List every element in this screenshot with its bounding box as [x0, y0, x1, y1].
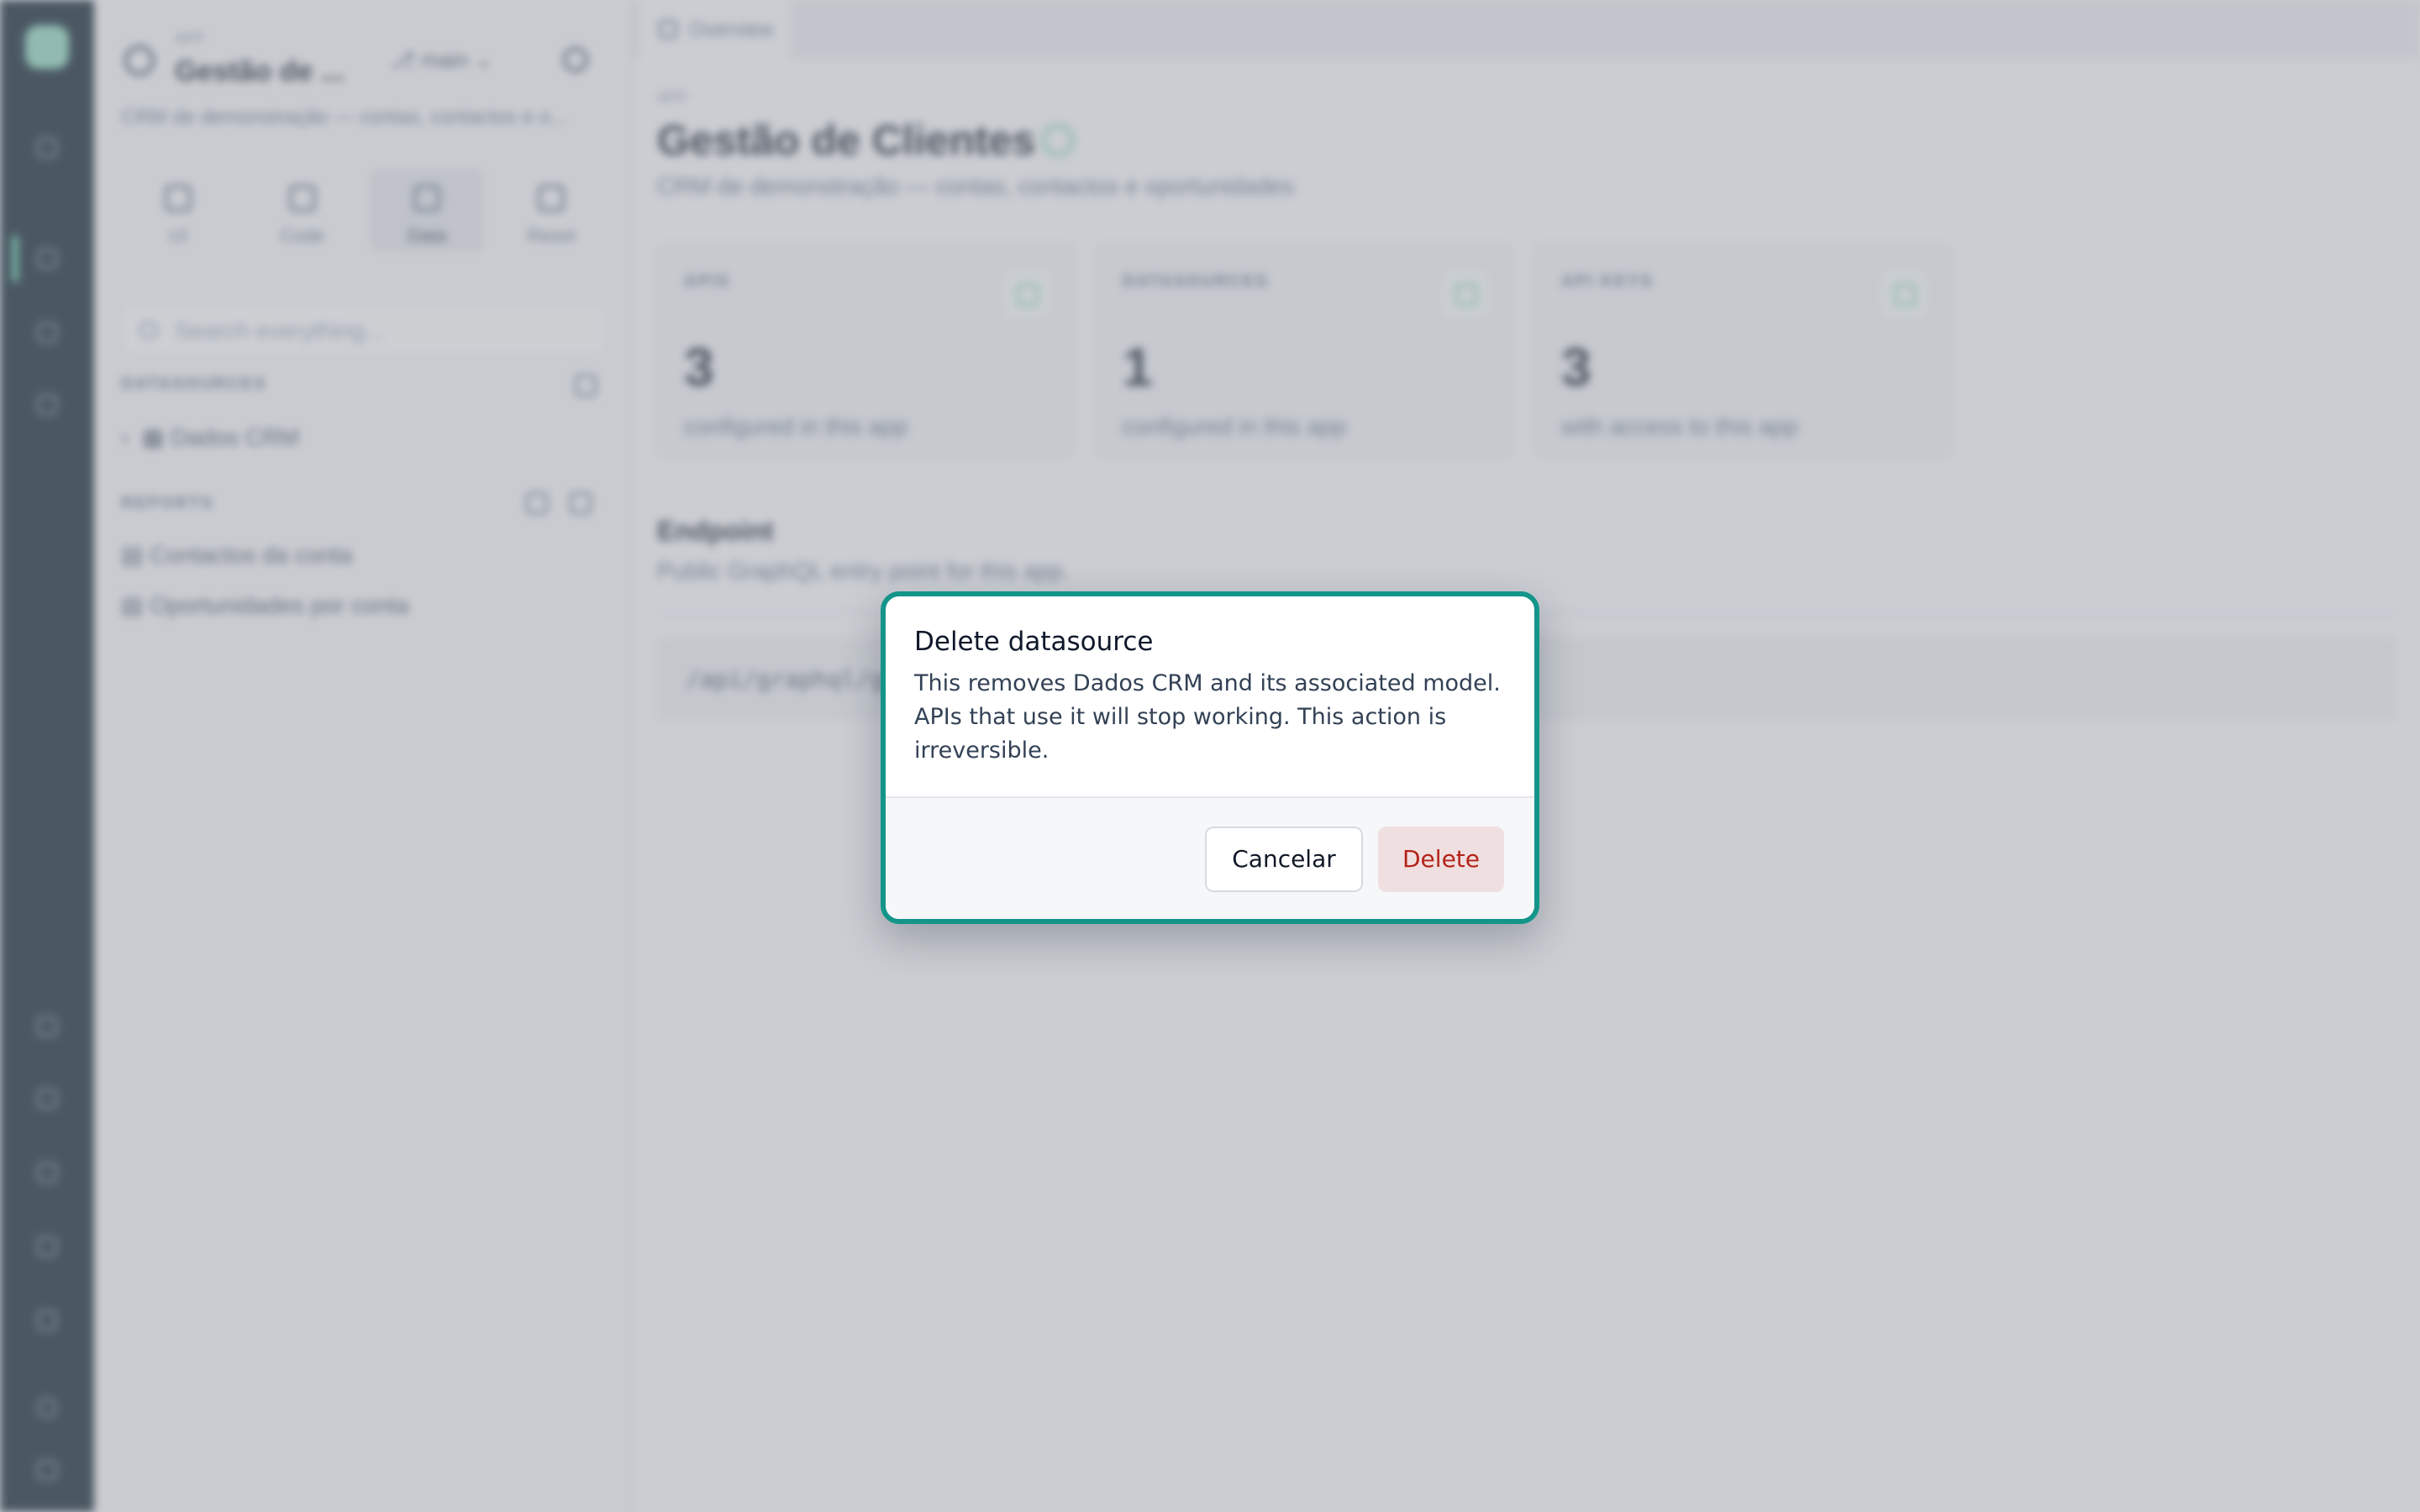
dialog-title: Delete datasource	[914, 627, 1154, 657]
delete-datasource-dialog: Delete datasource This removes Dados CRM…	[881, 591, 1539, 924]
cancel-button[interactable]: Cancelar	[1205, 827, 1363, 892]
dialog-message: This removes Dados CRM and its associate…	[914, 670, 1501, 764]
dialog-footer: Cancelar Delete	[886, 796, 1534, 919]
dialog-body: Delete datasource This removes Dados CRM…	[886, 596, 1534, 796]
delete-button[interactable]: Delete	[1378, 827, 1504, 892]
